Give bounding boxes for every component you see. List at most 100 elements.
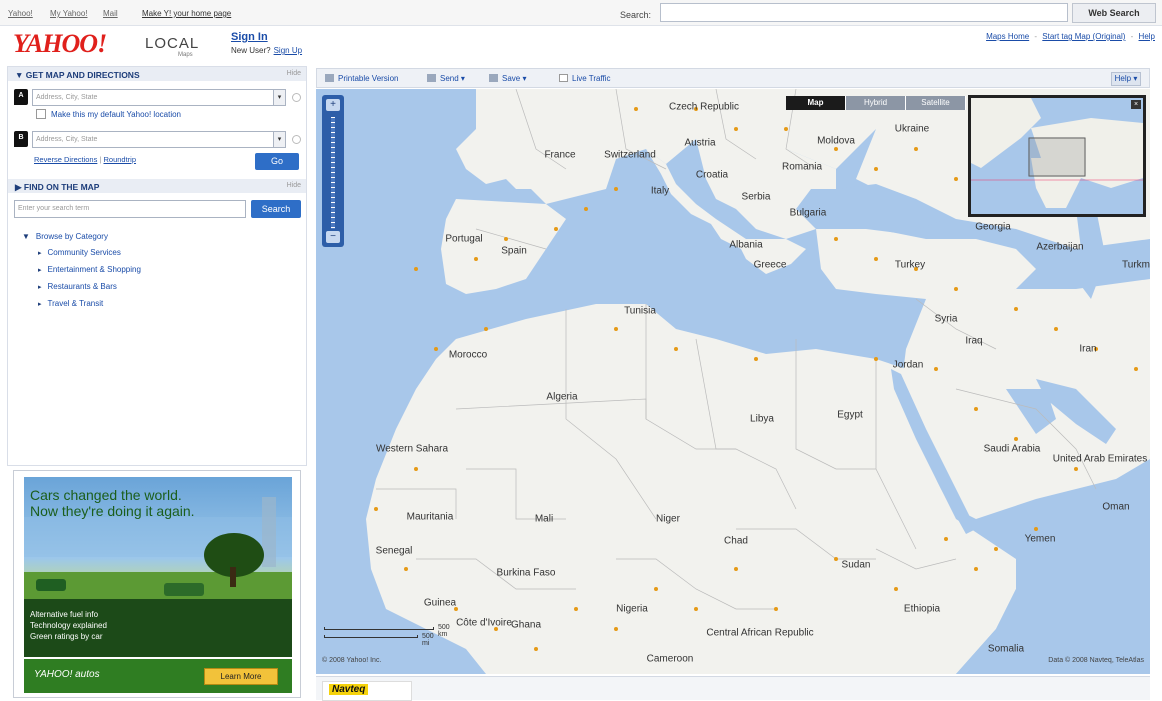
map-label: Spain xyxy=(501,245,527,257)
map-label: Yemen xyxy=(1024,533,1056,545)
sign-in-link[interactable]: Sign In xyxy=(231,31,268,43)
default-location-row[interactable]: Make this my default Yahoo! location xyxy=(36,109,181,119)
navteq-label: Navteq xyxy=(329,684,369,695)
find-hide-link[interactable]: Hide xyxy=(287,182,301,189)
my-yahoo-link[interactable]: My Yahoo! xyxy=(50,9,88,18)
map-label: Azerbaijan xyxy=(1036,241,1084,253)
learn-more-button[interactable]: Learn More xyxy=(204,668,278,685)
map-type-satellite[interactable]: Satellite xyxy=(906,96,966,110)
start-address-input[interactable]: Address, City, State ▾ xyxy=(32,88,286,106)
find-header[interactable]: ▶ FIND ON THE MAP Hide xyxy=(8,179,306,193)
map-type-map[interactable]: Map xyxy=(786,96,846,110)
map-label: Sudan xyxy=(841,559,871,571)
maps-home-link[interactable]: Maps Home xyxy=(986,32,1029,41)
zoom-control: + − xyxy=(322,95,344,247)
map-label: Jordan xyxy=(892,359,924,371)
new-user-label: New User? xyxy=(231,46,271,55)
map-label: Syria xyxy=(934,313,958,325)
original-map-link[interactable]: Start tag Map (Original) xyxy=(1042,32,1125,41)
directions-title: GET MAP AND DIRECTIONS xyxy=(25,70,140,80)
ad-footer: YAHOO! autos Learn More xyxy=(24,659,292,693)
directions-header[interactable]: ▼ GET MAP AND DIRECTIONS Hide xyxy=(8,67,306,81)
map-label: Saudi Arabia xyxy=(983,443,1041,455)
zoom-in-icon[interactable]: + xyxy=(326,99,340,111)
end-radio[interactable] xyxy=(292,134,301,144)
map-label: Italy xyxy=(650,185,670,197)
ad-feature: Green ratings by car xyxy=(30,632,103,641)
overview-geography xyxy=(971,98,1143,208)
sign-up-link[interactable]: Sign Up xyxy=(274,46,302,55)
ad-headline-line-1: Cars changed the world. xyxy=(30,487,182,503)
help-link[interactable]: Help xyxy=(1139,32,1155,41)
send-icon xyxy=(427,74,436,82)
copyright-right: Data © 2008 Navteq, TeleAtlas xyxy=(1048,657,1144,664)
collapse-arrow-icon: ▼ xyxy=(22,232,30,241)
navteq-logo[interactable]: Navteq xyxy=(322,681,412,701)
default-location-checkbox[interactable] xyxy=(36,109,46,119)
map-type-hybrid[interactable]: Hybrid xyxy=(846,96,906,110)
scale-bar-mi xyxy=(324,635,418,638)
scale-bar-km xyxy=(324,627,434,630)
scale-mi-label: 500 mi xyxy=(422,633,434,647)
start-dropdown-icon[interactable]: ▾ xyxy=(273,89,285,105)
send-label: Send ▾ xyxy=(440,74,465,83)
save-icon xyxy=(489,74,498,82)
category-restaurants[interactable]: Restaurants & Bars xyxy=(38,282,141,291)
find-search-input[interactable]: Enter your search term xyxy=(14,200,246,218)
autos-advertisement[interactable]: Cars changed the world. Now they're doin… xyxy=(13,470,301,698)
browse-category-label: Browse by Category xyxy=(35,232,108,241)
map-label: Ethiopia xyxy=(903,603,941,615)
live-traffic-toggle[interactable]: Live Traffic xyxy=(559,74,611,83)
mail-link[interactable]: Mail xyxy=(103,9,118,18)
map-label: Egypt xyxy=(837,409,863,421)
zoom-slider[interactable] xyxy=(331,117,335,229)
end-address-input[interactable]: Address, City, State ▾ xyxy=(32,130,286,148)
map-canvas[interactable]: France Switzerland Austria Czech Republi… xyxy=(316,89,1150,674)
web-search-input[interactable] xyxy=(660,3,1068,22)
category-entertainment[interactable]: Entertainment & Shopping xyxy=(38,265,141,274)
map-help-button[interactable]: Help ▾ xyxy=(1111,72,1141,86)
new-user-text: New User? Sign Up xyxy=(231,46,302,55)
browse-category-heading[interactable]: ▼ Browse by Category xyxy=(22,232,141,241)
browse-list: ▼ Browse by Category Community Services E… xyxy=(22,232,141,316)
collapse-arrow-icon[interactable]: ▼ xyxy=(15,70,23,80)
map-label: Oman xyxy=(1102,501,1130,513)
go-button[interactable]: Go xyxy=(255,153,299,170)
directions-hide-link[interactable]: Hide xyxy=(287,70,301,77)
close-overview-icon[interactable]: × xyxy=(1131,100,1141,109)
roundtrip-link[interactable]: Roundtrip xyxy=(104,155,137,164)
map-label: Senegal xyxy=(375,545,413,557)
zoom-out-icon[interactable]: − xyxy=(326,231,340,243)
default-location-label: Make this my default Yahoo! location xyxy=(51,109,181,119)
category-travel[interactable]: Travel & Transit xyxy=(38,299,141,308)
map-label: Guinea xyxy=(423,597,457,609)
make-homepage-link[interactable]: Make Y! your home page xyxy=(142,9,231,18)
end-dropdown-icon[interactable]: ▾ xyxy=(273,131,285,147)
map-label: Chad xyxy=(724,535,748,547)
map-label: Ukraine xyxy=(894,123,930,135)
printable-version-button[interactable]: Printable Version xyxy=(325,74,398,83)
map-label: Tunisia xyxy=(624,305,656,317)
expand-arrow-icon[interactable]: ▶ xyxy=(15,182,22,192)
start-radio[interactable] xyxy=(292,92,301,102)
map-label: Iran xyxy=(1079,343,1097,355)
map-label: Romania xyxy=(781,161,823,173)
send-button[interactable]: Send ▾ xyxy=(427,74,465,83)
yahoo-link[interactable]: Yahoo! xyxy=(8,9,33,18)
traffic-checkbox[interactable] xyxy=(559,74,568,82)
header-links: Maps Home - Start tag Map (Original) - H… xyxy=(986,32,1155,41)
yahoo-logo[interactable]: YAHOO! xyxy=(13,29,107,59)
map-label: Portugal xyxy=(445,233,483,245)
category-community[interactable]: Community Services xyxy=(38,248,141,257)
reverse-directions-link[interactable]: Reverse Directions xyxy=(34,155,97,164)
start-address-placeholder: Address, City, State xyxy=(36,93,98,101)
map-toolbar: Printable Version Send ▾ Save ▾ Live Tra… xyxy=(316,68,1150,88)
map-label: Somalia xyxy=(987,643,1025,655)
copyright-left: © 2008 Yahoo! Inc. xyxy=(322,657,382,664)
map-label: Turkey xyxy=(894,259,926,271)
live-traffic-label: Live Traffic xyxy=(572,74,611,83)
web-search-button[interactable]: Web Search xyxy=(1072,3,1156,23)
overview-map[interactable]: × xyxy=(968,95,1146,217)
save-button[interactable]: Save ▾ xyxy=(489,74,526,83)
find-search-button[interactable]: Search xyxy=(251,200,301,218)
